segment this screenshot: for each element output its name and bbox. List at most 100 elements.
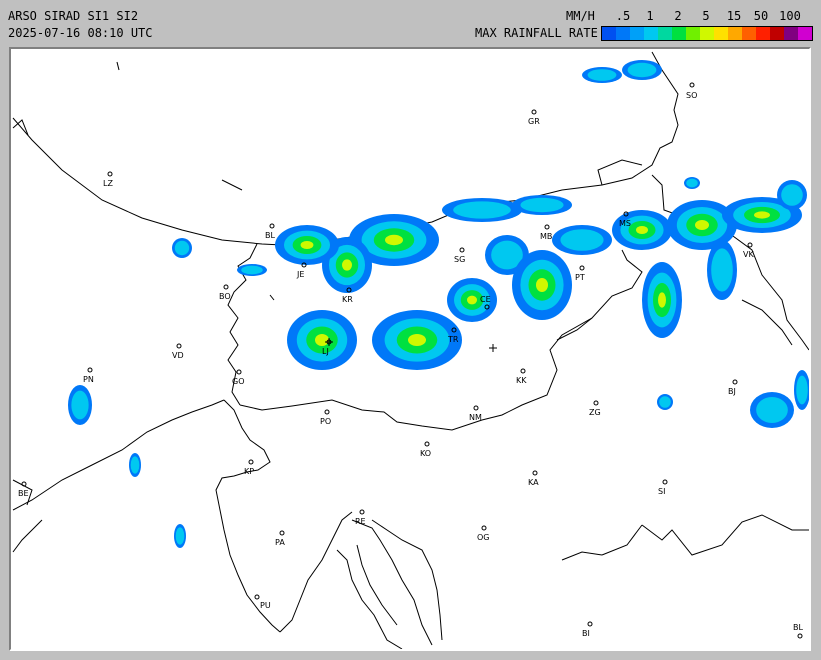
city-marker	[254, 594, 260, 600]
border-line	[12, 117, 333, 247]
precipitation-echo	[300, 241, 314, 249]
city-label: VD	[172, 351, 184, 360]
precipitation-echo	[315, 334, 329, 346]
precipitation-echo	[342, 259, 352, 271]
precipitation-echo	[467, 295, 477, 305]
precipitation-echo	[241, 265, 263, 275]
legend-swatch	[756, 27, 770, 40]
precipitation-echo	[695, 220, 709, 230]
city-marker	[279, 530, 285, 536]
island-line	[371, 519, 443, 641]
city-label: BL	[265, 231, 275, 240]
lake-outline	[221, 179, 243, 191]
city-label: PT	[575, 273, 585, 282]
precipitation-echo	[756, 397, 788, 423]
border-line	[601, 524, 643, 556]
city-label: CE	[480, 295, 491, 304]
legend-swatch	[672, 27, 686, 40]
city-marker	[359, 509, 365, 515]
city-label: KR	[342, 295, 353, 304]
city-label: BI	[582, 629, 590, 638]
city-marker	[689, 82, 695, 88]
coast-line	[215, 399, 281, 633]
city-label: SO	[686, 91, 697, 100]
city-marker	[797, 633, 803, 639]
precipitation-echo	[175, 527, 185, 545]
city-label: OG	[477, 533, 490, 542]
border-line	[561, 551, 603, 561]
legend-tick: 2	[674, 9, 682, 23]
border-line	[269, 294, 275, 301]
city-label: BL	[793, 623, 803, 632]
legend-ticks: .5 1 2 5 15 50 100	[601, 9, 813, 23]
precipitation-echo	[686, 178, 698, 188]
city-marker	[459, 247, 465, 253]
legend-swatch	[784, 27, 798, 40]
island-line	[336, 549, 403, 649]
legend-label: MAX RAINFALL RATE	[475, 26, 598, 40]
city-marker	[424, 441, 430, 447]
coast-line	[12, 399, 225, 511]
legend-swatch	[616, 27, 630, 40]
legend-tick: .5	[615, 9, 631, 23]
precipitation-echo	[711, 248, 733, 292]
precipitation	[68, 60, 809, 548]
legend-swatch	[742, 27, 756, 40]
city-label: SI	[658, 487, 665, 496]
coast-line	[12, 519, 43, 553]
legend-swatch	[658, 27, 672, 40]
precipitation-echo	[174, 240, 190, 256]
island-line	[356, 544, 398, 626]
legend-swatch	[798, 27, 812, 40]
precipitation-echo	[627, 62, 657, 78]
legend-tick: 100	[779, 9, 801, 23]
city-marker	[747, 242, 753, 248]
lake-outline	[116, 61, 120, 71]
city-label: PU	[260, 601, 271, 610]
border-line	[641, 514, 809, 556]
city-label: PN	[83, 375, 94, 384]
city-label: VK	[743, 250, 754, 259]
city-marker	[532, 470, 538, 476]
legend-swatch	[602, 27, 616, 40]
city-marker	[248, 459, 254, 465]
city-label: PO	[320, 417, 331, 426]
city-marker	[662, 479, 668, 485]
city-label: JE	[296, 270, 304, 279]
city-marker	[324, 409, 330, 415]
legend-color-scale	[601, 26, 813, 41]
island-line	[351, 519, 433, 646]
city-marker	[579, 265, 585, 271]
city-marker	[107, 171, 113, 177]
border-line	[741, 299, 793, 346]
precipitation-echo	[520, 197, 564, 213]
precipitation-echo	[560, 229, 604, 251]
city-label: KA	[528, 478, 539, 487]
precipitation-echo	[385, 234, 403, 246]
city-label: MS	[619, 219, 631, 228]
legend-swatch	[644, 27, 658, 40]
legend-tick: 1	[646, 9, 654, 23]
city-label: NM	[469, 413, 482, 422]
precipitation-echo	[536, 278, 548, 292]
timestamp: 2025-07-16 08:10 UTC	[8, 26, 153, 40]
city-label: RE	[355, 517, 366, 526]
city-label: LJ	[322, 347, 329, 356]
city-label: LZ	[103, 179, 113, 188]
precipitation-echo	[658, 292, 666, 308]
legend-unit: MM/H	[566, 9, 595, 23]
city-label: MB	[540, 232, 552, 241]
city-marker	[269, 223, 275, 229]
city-marker	[176, 343, 182, 349]
legend-swatch	[728, 27, 742, 40]
legend-swatch	[686, 27, 700, 40]
precipitation-echo	[71, 390, 89, 420]
city-label: ZG	[589, 408, 601, 417]
legend-swatch	[770, 27, 784, 40]
radar-map[interactable]: SO GR LZ BL JE BO KR SG CE MB MS PT VK V…	[9, 47, 811, 651]
city-label: KP	[244, 467, 254, 476]
city-label: PA	[275, 538, 285, 547]
legend-tick: 5	[702, 9, 710, 23]
city-marker	[544, 224, 550, 230]
legend-swatch	[700, 27, 714, 40]
